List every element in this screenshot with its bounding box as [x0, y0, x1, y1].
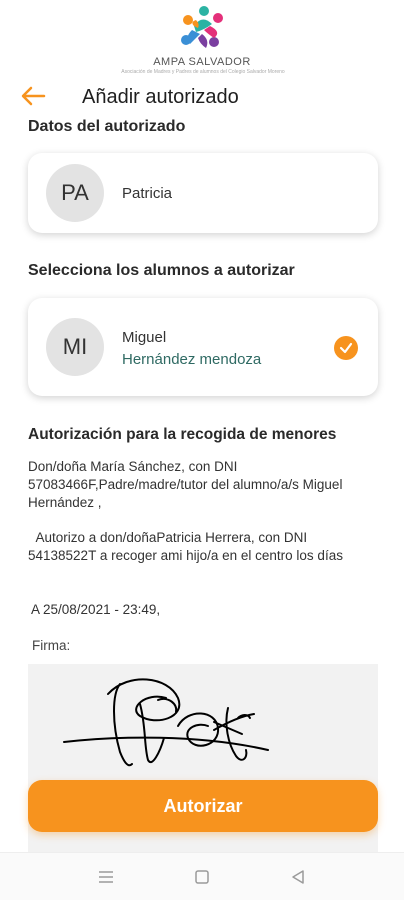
app-logo: AMPA SALVADOR Asociación de Madres y Pad…	[0, 0, 404, 84]
brand-tagline: Asociación de Madres y Padres de alumnos…	[121, 69, 285, 75]
home-square-icon[interactable]	[192, 867, 212, 887]
brand-name: AMPA SALVADOR	[153, 56, 251, 68]
signature-label: Firma:	[32, 638, 71, 653]
authorization-date: A 25/08/2021 - 23:49,	[28, 602, 161, 617]
authorization-paragraph-1: Don/doña María Sánchez, con DNI 57083466…	[28, 459, 343, 510]
student-first-name: Miguel	[122, 329, 167, 346]
students-section-label: Selecciona los alumnos a autorizar	[28, 262, 295, 279]
student-last-name: Hernández mendoza	[122, 351, 262, 368]
ampa-logo-icon	[181, 6, 223, 48]
page-title: Añadir autorizado	[82, 86, 239, 108]
student-avatar: MI	[46, 318, 104, 376]
authorized-person-name: Patricia	[122, 185, 173, 202]
check-icon[interactable]	[334, 336, 358, 360]
authorization-title: Autorización para la recogida de menores	[28, 426, 337, 443]
authorize-button[interactable]: Autorizar	[28, 780, 378, 832]
system-navigation-bar	[0, 852, 404, 900]
menu-icon[interactable]	[96, 867, 116, 887]
back-triangle-icon[interactable]	[288, 867, 308, 887]
back-arrow-icon[interactable]	[20, 85, 46, 107]
authorization-paragraph-2: Autorizo a don/doñaPatricia Herrera, con…	[28, 530, 343, 563]
student-card[interactable]: MI Miguel Hernández mendoza	[28, 298, 378, 396]
authorized-person-card[interactable]: PA Patricia	[28, 153, 378, 233]
authorized-section-label: Datos del autorizado	[28, 118, 186, 135]
avatar: PA	[46, 164, 104, 222]
